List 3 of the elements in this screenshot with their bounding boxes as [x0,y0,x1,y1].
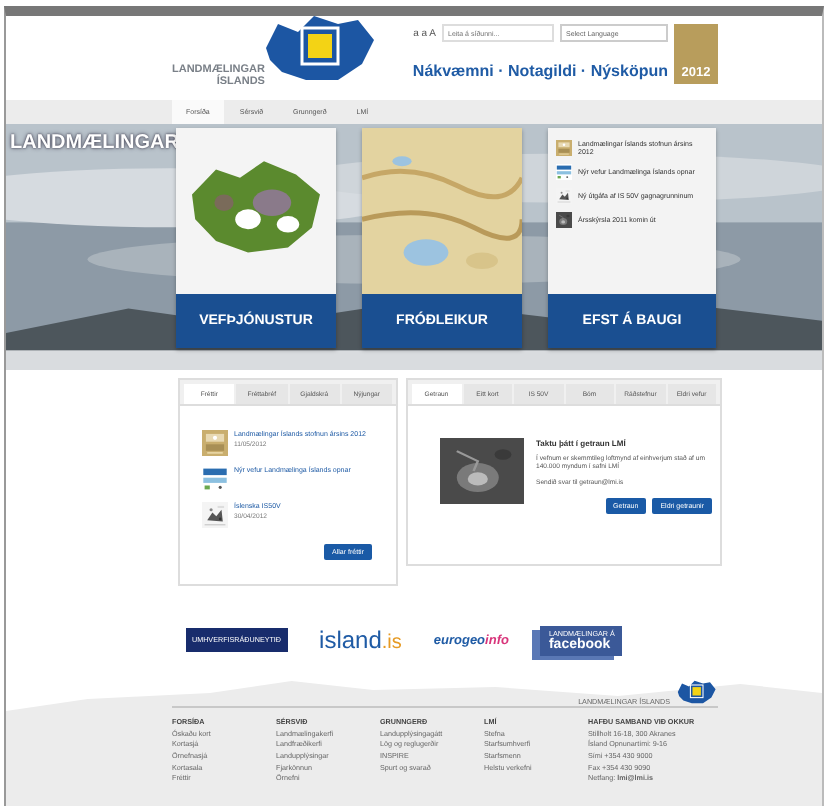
slogan: Nákvæmni · Notagildi · Nýsköpun [412,62,668,80]
partner-logo[interactable]: island.is [319,626,402,654]
logo-icon [674,678,718,706]
